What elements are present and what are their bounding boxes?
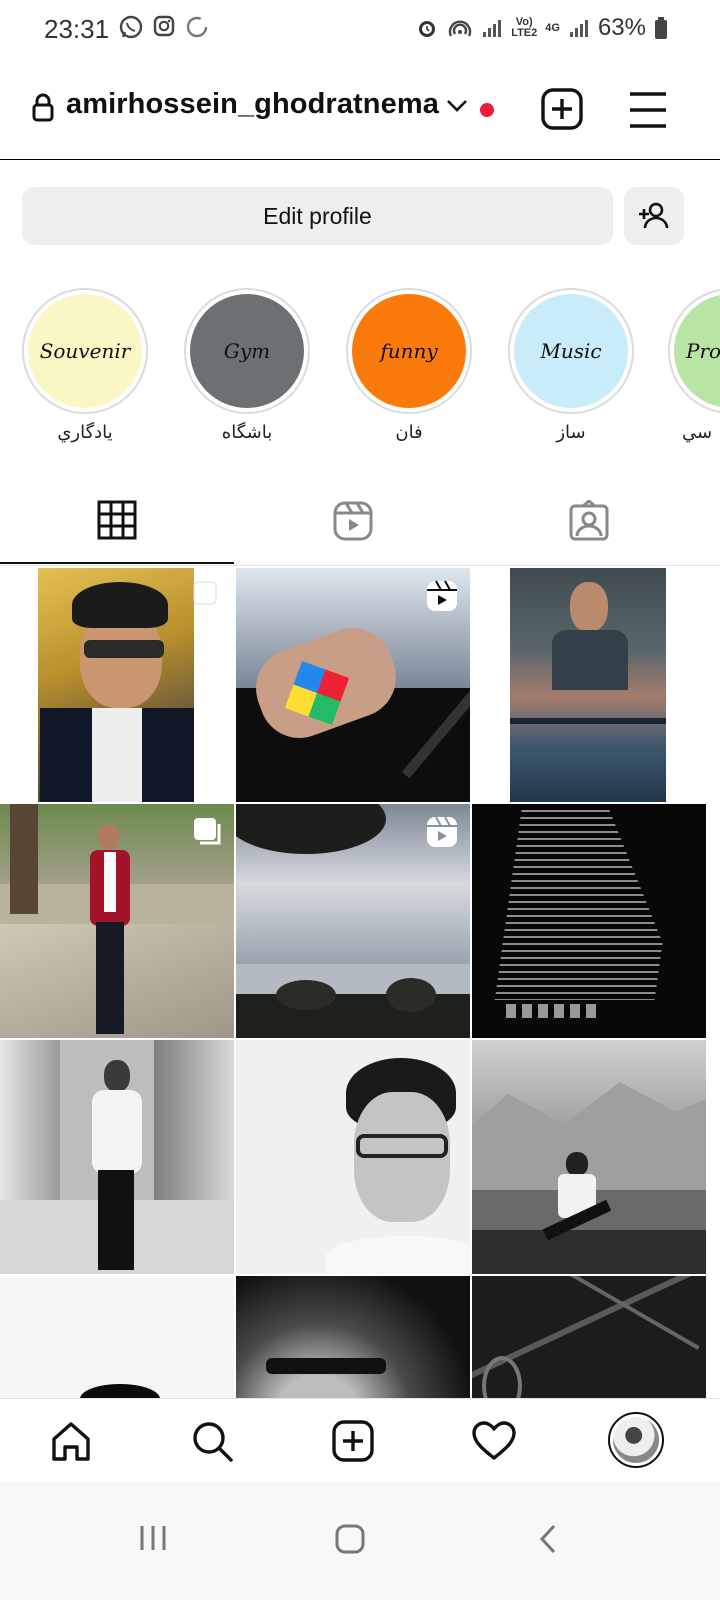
post-thumbnail[interactable] [0,1040,234,1274]
highlight-item[interactable]: funny فان [346,288,472,443]
edit-profile-button[interactable]: Edit profile [22,187,613,245]
post-thumbnail[interactable] [472,1276,706,1398]
recent-apps-icon[interactable] [138,1524,168,1552]
reels-icon [333,501,373,541]
nav-profile-avatar[interactable] [608,1412,664,1468]
home-icon [52,1422,90,1461]
post-thumbnail[interactable] [472,1040,706,1274]
hotspot-icon [449,20,472,37]
lock-icon [32,93,54,122]
post-thumbnail[interactable] [236,1276,470,1398]
create-new-button[interactable] [540,87,584,131]
profile-header: amirhossein_ghodratnema [0,70,720,160]
nav-activity[interactable] [470,1417,518,1465]
post-thumbnail[interactable] [236,1040,470,1274]
post-thumbnail[interactable] [236,568,470,802]
highlight-cover: Souvenir [28,294,142,408]
highlight-item[interactable]: Pro سي [668,288,720,443]
signal-icon [569,20,588,37]
nav-search[interactable] [188,1417,236,1465]
post-thumbnail[interactable] [472,804,706,1038]
highlight-item[interactable]: Gym باشگاه [184,288,310,443]
highlight-cover: Gym [190,294,304,408]
reel-icon [427,580,457,611]
reel-icon [427,816,457,847]
post-thumbnail[interactable] [0,568,234,802]
highlight-cover: funny [352,294,466,408]
create-icon [332,1420,374,1462]
nav-create[interactable] [329,1417,377,1465]
home-button-icon[interactable] [335,1524,365,1554]
highlight-cover: Music [514,294,628,408]
tab-posts-grid[interactable] [0,478,234,564]
battery-percent: 63% [597,14,646,41]
search-icon [193,1422,233,1462]
profile-content-tabs [0,478,720,566]
grid-icon [97,500,137,540]
highlight-item[interactable]: Souvenir يادگاري [22,288,148,443]
battery-icon [655,17,667,39]
post-thumbnail[interactable] [0,1276,234,1398]
network-4g-label: 4G [545,21,560,34]
back-icon[interactable] [538,1524,558,1554]
heart-icon [472,1421,516,1460]
highlight-label: يادگاري [57,422,113,443]
highlight-cover: Pro [674,294,720,408]
post-thumbnail[interactable] [0,804,234,1038]
nav-home[interactable] [47,1417,95,1465]
tab-reels[interactable] [236,478,470,564]
alarm-icon [419,21,436,37]
highlight-label: سي [682,422,713,443]
bottom-navigation [0,1398,720,1482]
tagged-person-icon [569,500,609,541]
posts-grid [0,568,720,1398]
highlight-label: باشگاه [221,422,273,443]
carousel-icon [193,581,221,609]
highlight-label: ساز [556,422,586,443]
tab-tagged[interactable] [472,478,706,564]
story-highlights: Souvenir يادگاري Gym باشگاه funny فان Mu… [0,288,720,448]
post-thumbnail[interactable] [236,804,470,1038]
discover-people-button[interactable] [624,187,684,245]
avatar [613,1417,659,1463]
chevron-down-icon[interactable] [445,98,469,114]
carousel-icon [194,818,221,845]
highlight-item[interactable]: Music ساز [508,288,634,443]
status-time: 23:31 [44,14,110,44]
instagram-icon [153,15,175,37]
status-bar: 23:31 Vo) LTE2 4G 63% [0,0,720,58]
system-navigation-bar [0,1482,720,1600]
whatsapp-icon [119,15,143,39]
notification-dot [480,103,494,117]
add-person-icon [639,202,669,229]
account-username[interactable]: amirhossein_ghodratnema [66,88,439,121]
sync-icon [186,16,208,38]
post-thumbnail[interactable] [472,568,706,802]
menu-icon[interactable] [628,90,668,130]
highlight-label: فان [395,422,423,443]
signal-icon [483,20,502,37]
